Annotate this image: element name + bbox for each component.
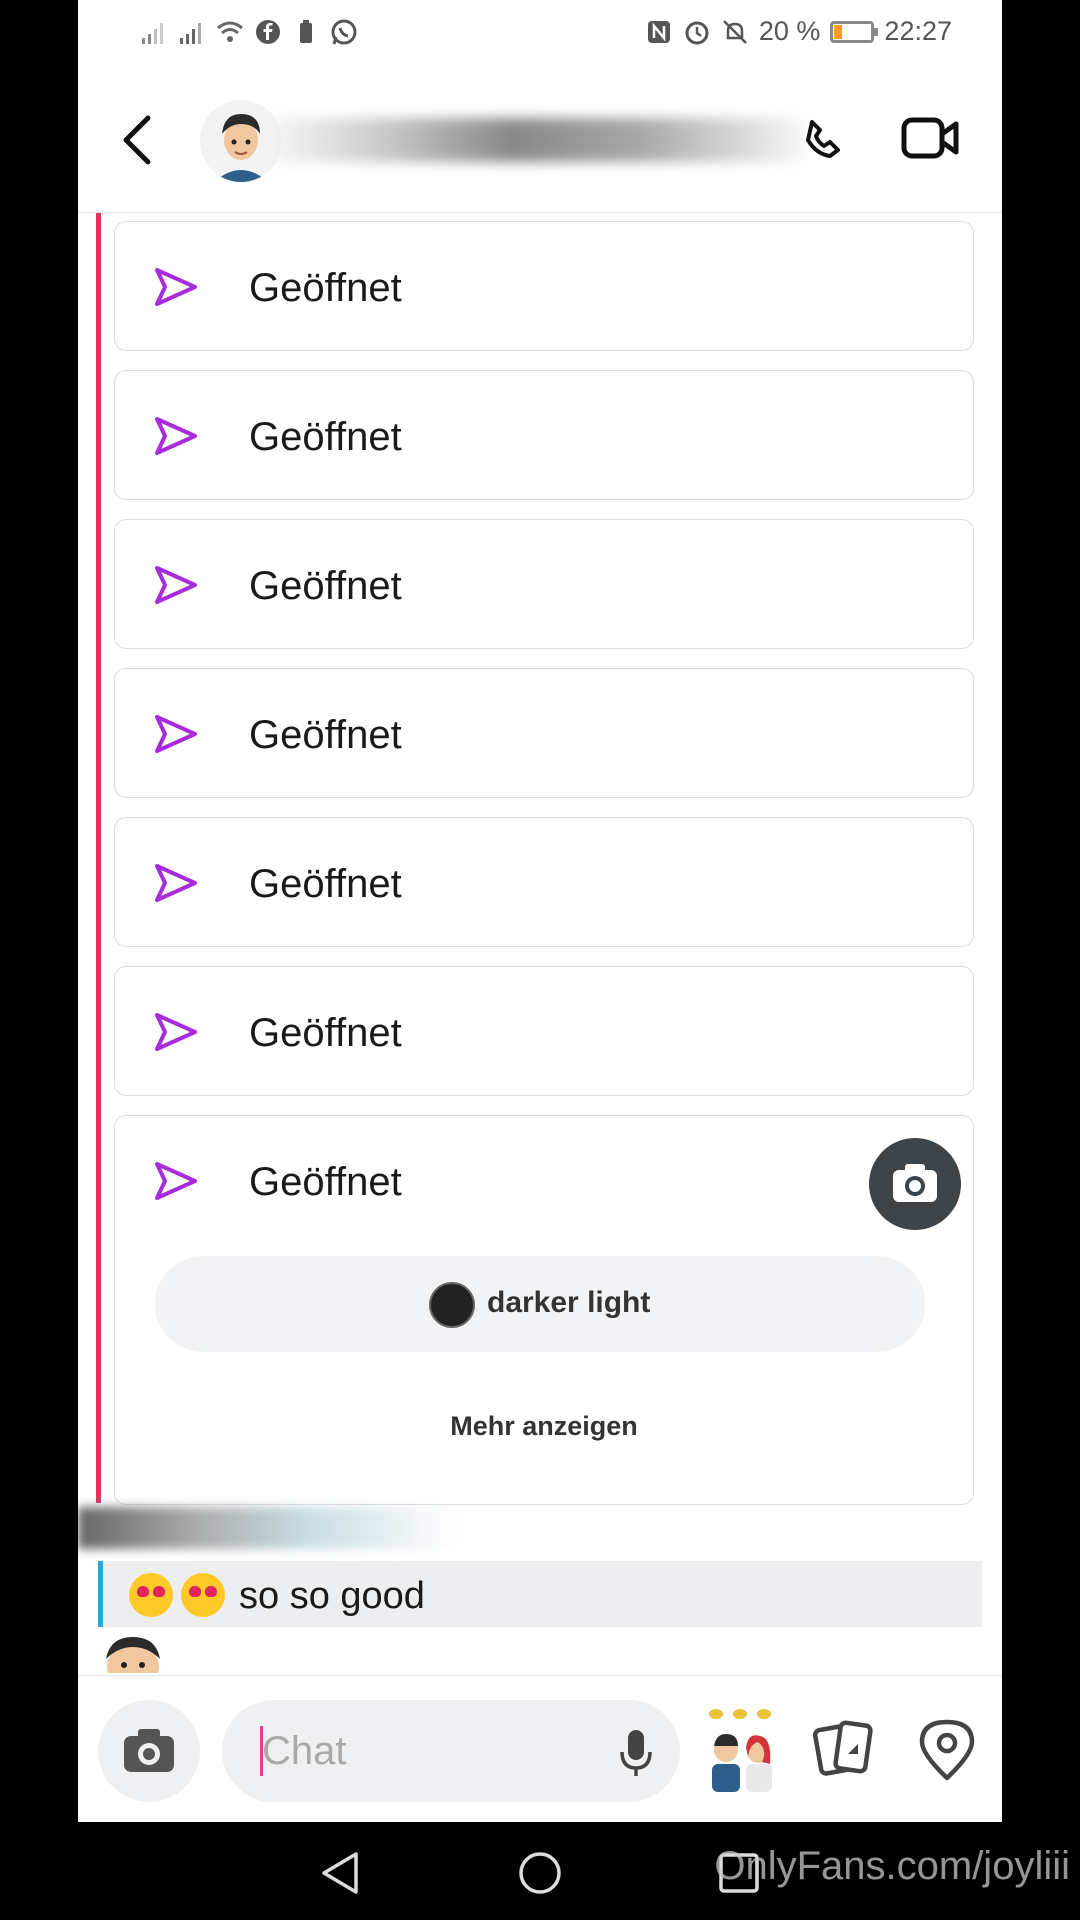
story-name: darker light — [487, 1286, 651, 1319]
wifi-icon — [217, 21, 243, 42]
back-arrow-icon[interactable] — [118, 110, 158, 170]
microphone-icon[interactable] — [618, 1726, 654, 1778]
opened-snap-arrow-icon — [155, 268, 197, 306]
bitmoji-sticker-icon[interactable] — [702, 1706, 782, 1792]
snap-status: Geöffnet — [249, 1160, 402, 1204]
mute-icon — [722, 19, 747, 44]
reply-camera-button[interactable] — [869, 1138, 961, 1230]
whatsapp-icon — [331, 19, 357, 45]
games-cards-icon[interactable] — [812, 1718, 876, 1780]
snap-status: Geöffnet — [249, 415, 402, 459]
status-icons-left — [140, 18, 358, 46]
contact-name-redacted — [274, 118, 804, 162]
snap-item[interactable]: Geöffnet — [114, 519, 974, 649]
snap-item[interactable]: Geöffnet — [114, 221, 974, 351]
opened-snap-arrow-icon — [155, 1162, 197, 1200]
phone-call-icon[interactable] — [798, 104, 848, 164]
battery-icon — [830, 20, 879, 43]
nfc-icon — [647, 20, 670, 43]
signal-icon — [142, 23, 163, 44]
conversation: Geöffnet Geöffnet Geöffnet Geöffnet Geöf… — [78, 213, 1002, 1673]
snap-status: Geöffnet — [249, 564, 402, 608]
facebook-icon — [256, 20, 280, 44]
signal-icon-2 — [180, 23, 201, 44]
location-pin-icon[interactable] — [916, 1716, 978, 1782]
shared-story-pill[interactable]: darker light — [155, 1256, 925, 1352]
opened-snap-arrow-icon — [155, 1013, 197, 1051]
snap-status: Geöffnet — [249, 862, 402, 906]
status-bar: 20 % 22:27 — [78, 0, 1002, 70]
show-more-link[interactable]: Mehr anzeigen — [115, 1411, 973, 1442]
composer-bar — [78, 1675, 1002, 1822]
story-avatar — [429, 1282, 475, 1328]
bitmoji-peek-face — [106, 1637, 160, 1673]
nav-back-icon[interactable] — [318, 1850, 364, 1896]
chat-header — [78, 70, 1002, 213]
watermark-text: OnlyFans.com/joyliii — [714, 1844, 1070, 1888]
message-text: so so good — [239, 1575, 425, 1617]
alarm-icon — [685, 21, 709, 44]
battery-saver-icon — [300, 20, 312, 43]
opened-snap-arrow-icon — [155, 566, 197, 604]
chat-input[interactable] — [222, 1700, 680, 1802]
nav-home-icon[interactable] — [517, 1850, 563, 1896]
text-caret — [260, 1726, 263, 1776]
system-navigation-bar: OnlyFans.com/joyliii — [0, 1822, 1080, 1920]
battery-percent: 20 % — [758, 16, 821, 46]
chat-screen: 20 % 22:27 Geöffnet Geöffnet Geöffnet Ge… — [78, 0, 1002, 1822]
snap-status: Geöffnet — [249, 266, 402, 310]
opened-snap-arrow-icon — [155, 417, 197, 455]
sent-snaps-bar — [96, 213, 101, 1503]
bitmoji-face — [200, 100, 282, 182]
snap-item[interactable]: Geöffnet — [114, 966, 974, 1096]
snap-item[interactable]: Geöffnet — [114, 817, 974, 947]
snap-status: Geöffnet — [249, 713, 402, 757]
sender-name-redacted — [78, 1507, 458, 1549]
chat-message[interactable]: so so good — [98, 1561, 982, 1627]
video-call-icon[interactable] — [900, 114, 960, 162]
snap-item[interactable]: Geöffnet — [114, 668, 974, 798]
snap-item-with-story[interactable]: Geöffnet darker light Mehr anzeigen — [114, 1115, 974, 1505]
contact-avatar[interactable] — [200, 100, 282, 182]
status-icons-right: 20 % 22:27 — [645, 16, 952, 47]
heart-eyes-emoji-icon — [181, 1573, 225, 1617]
typing-bitmoji-peek — [88, 1633, 178, 1673]
opened-snap-arrow-icon — [155, 864, 197, 902]
heart-eyes-emoji-icon — [129, 1573, 173, 1617]
camera-icon — [124, 1729, 174, 1772]
camera-button[interactable] — [98, 1700, 200, 1802]
camera-icon — [893, 1164, 937, 1202]
opened-snap-arrow-icon — [155, 715, 197, 753]
clock: 22:27 — [884, 16, 952, 46]
snap-item[interactable]: Geöffnet — [114, 370, 974, 500]
snap-status: Geöffnet — [249, 1011, 402, 1055]
